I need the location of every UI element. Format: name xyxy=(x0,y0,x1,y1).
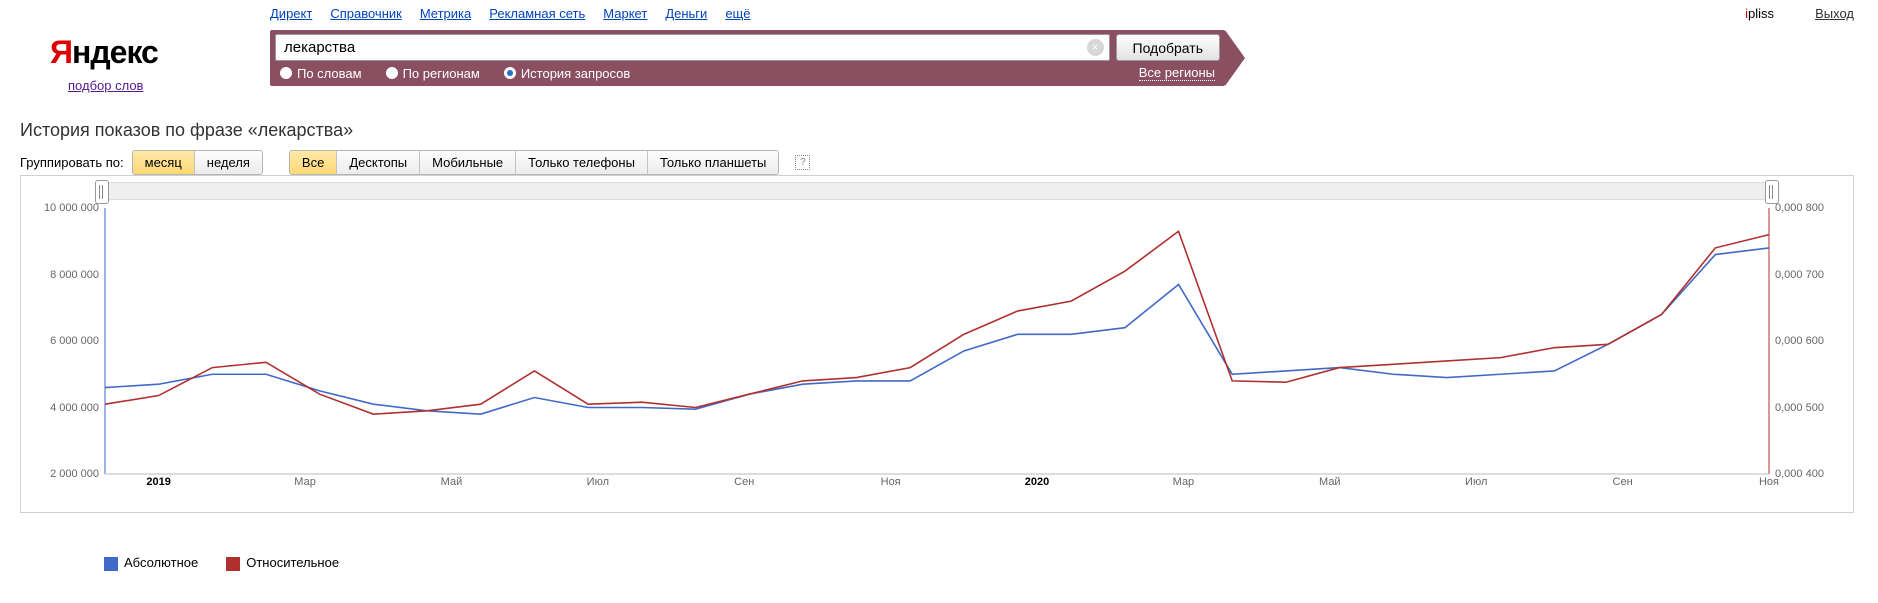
search-button[interactable]: Подобрать xyxy=(1116,34,1221,61)
x-tick: 2020 xyxy=(1025,476,1049,488)
nav-link[interactable]: Деньги xyxy=(665,6,707,21)
seg-device: ВсеДесктопыМобильныеТолько телефоныТольк… xyxy=(289,150,779,175)
chart-area: 2 000 0004 000 0006 000 0008 000 00010 0… xyxy=(20,175,1854,513)
groupby-label: Группировать по: xyxy=(20,155,124,170)
search-band: × Подобрать По словам По регионам История … xyxy=(270,30,1225,86)
nav-link[interactable]: Рекламная сеть xyxy=(489,6,585,21)
x-tick: Ноя xyxy=(1759,476,1779,488)
all-regions-link[interactable]: Все регионы xyxy=(1139,65,1215,81)
legend-rel[interactable]: Относительное xyxy=(226,555,339,571)
x-tick: Май xyxy=(441,476,463,488)
x-tick: Июл xyxy=(587,476,609,488)
legend: Абсолютное Относительное xyxy=(104,555,339,571)
logo[interactable]: Яндекс xyxy=(50,34,158,71)
x-tick: Мар xyxy=(294,476,316,488)
seg-device-0[interactable]: Все xyxy=(290,151,337,174)
nav-link[interactable]: ещё xyxy=(725,6,750,21)
seg-period-1[interactable]: неделя xyxy=(195,151,262,174)
seg-device-1[interactable]: Десктопы xyxy=(337,151,420,174)
x-tick: Июл xyxy=(1465,476,1487,488)
seg-device-3[interactable]: Только телефоны xyxy=(516,151,648,174)
search-input[interactable] xyxy=(275,34,1110,61)
logout-link[interactable]: Выход xyxy=(1815,6,1854,21)
radio-2[interactable]: История запросов xyxy=(504,66,631,81)
nav-link[interactable]: Справочник xyxy=(330,6,402,21)
x-tick: 2019 xyxy=(146,476,170,488)
nav-link[interactable]: Метрика xyxy=(420,6,471,21)
plot xyxy=(105,208,1769,474)
x-tick: Ноя xyxy=(881,476,901,488)
seg-period: месяцнеделя xyxy=(132,150,263,175)
radio-0[interactable]: По словам xyxy=(280,66,362,81)
x-tick: Сен xyxy=(734,476,754,488)
top-nav: Директ Справочник Метрика Рекламная сеть Мар… xyxy=(270,6,750,21)
x-tick: Мар xyxy=(1173,476,1195,488)
nav-link[interactable]: Маркет xyxy=(603,6,647,21)
scrub-handle-right[interactable] xyxy=(1765,180,1779,204)
radio-row: По словам По регионам История запросов Все … xyxy=(270,61,1225,81)
x-tick: Май xyxy=(1319,476,1341,488)
radio-1[interactable]: По регионам xyxy=(386,66,480,81)
subtitle-link[interactable]: подбор слов xyxy=(68,78,143,93)
help-icon[interactable]: ? xyxy=(795,155,810,170)
clear-icon[interactable]: × xyxy=(1087,39,1104,56)
legend-abs[interactable]: Абсолютное xyxy=(104,555,198,571)
seg-device-4[interactable]: Только планшеты xyxy=(648,151,778,174)
nav-link[interactable]: Директ xyxy=(270,6,312,21)
seg-device-2[interactable]: Мобильные xyxy=(420,151,516,174)
scrub-handle-left[interactable] xyxy=(95,180,109,204)
seg-period-0[interactable]: месяц xyxy=(133,151,195,174)
range-scrubber[interactable] xyxy=(101,182,1773,200)
user-name[interactable]: ipliss xyxy=(1745,6,1774,21)
x-tick: Сен xyxy=(1613,476,1633,488)
page-title: История показов по фразе «лекарства» xyxy=(20,120,353,141)
